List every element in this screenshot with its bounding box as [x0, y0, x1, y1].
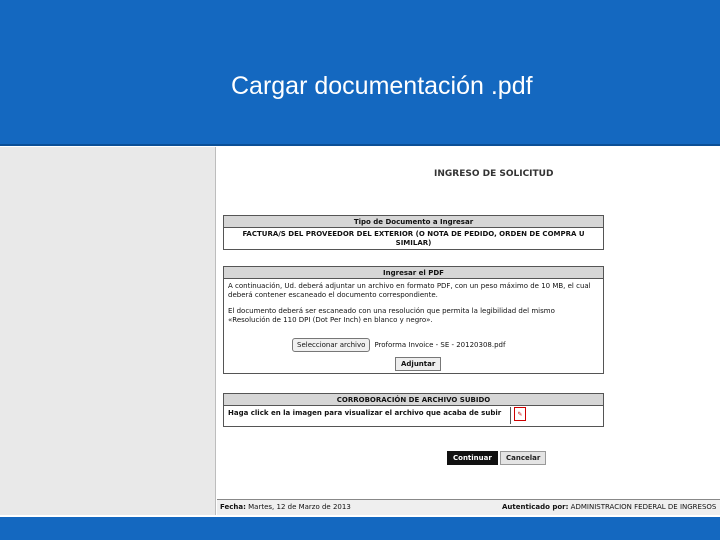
page-heading: INGRESO DE SOLICITUD	[434, 169, 554, 179]
confirmation-header: CORROBORACIÓN DE ARCHIVO SUBIDO	[224, 394, 603, 406]
choose-file-button[interactable]: Seleccionar archivo	[292, 338, 371, 352]
auth-label: Autenticado por:	[502, 503, 569, 511]
attach-button[interactable]: Adjuntar	[395, 357, 442, 371]
date-value: Martes, 12 de Marzo de 2013	[248, 503, 351, 511]
file-picker-row: Seleccionar archivo Proforma Invoice - S…	[292, 338, 505, 352]
confirmation-panel: CORROBORACIÓN DE ARCHIVO SUBIDO Haga cli…	[223, 393, 604, 427]
upload-panel: Ingresar el PDF A continuación, Ud. debe…	[223, 266, 604, 374]
auth-info: Autenticado por: ADMINISTRACION FEDERAL …	[502, 500, 716, 515]
pdf-file-icon[interactable]: ✎	[510, 407, 528, 424]
document-type-panel: Tipo de Documento a Ingresar FACTURA/S D…	[223, 215, 604, 250]
upload-instruction-resolution: El documento deberá ser escaneado con un…	[228, 307, 555, 324]
status-bar: Fecha: Martes, 12 de Marzo de 2013 Auten…	[217, 499, 720, 515]
date-label: Fecha:	[220, 503, 246, 511]
auth-value: ADMINISTRACION FEDERAL DE INGRESOS	[570, 503, 717, 511]
pdf-preview-icon[interactable]: ✎	[514, 407, 526, 421]
embedded-screenshot: INGRESO DE SOLICITUD Tipo de Documento a…	[217, 147, 720, 517]
slide-title: Cargar documentación .pdf	[231, 72, 533, 100]
slide-header: Cargar documentación .pdf	[0, 0, 720, 146]
selected-file-name: Proforma Invoice - SE - 20120308.pdf	[374, 341, 506, 349]
slide-footer	[0, 517, 720, 540]
confirmation-text: Haga click en la imagen para visualizar …	[228, 409, 502, 417]
document-type-value: FACTURA/S DEL PROVEEDOR DEL EXTERIOR (O …	[242, 230, 585, 247]
upload-instruction-size: A continuación, Ud. deberá adjuntar un a…	[228, 282, 591, 299]
upload-header: Ingresar el PDF	[224, 267, 603, 279]
document-type-header: Tipo de Documento a Ingresar	[224, 216, 603, 228]
continue-button[interactable]: Continuar	[447, 451, 498, 465]
left-blank-pane	[0, 147, 216, 515]
cancel-button[interactable]: Cancelar	[500, 451, 547, 465]
